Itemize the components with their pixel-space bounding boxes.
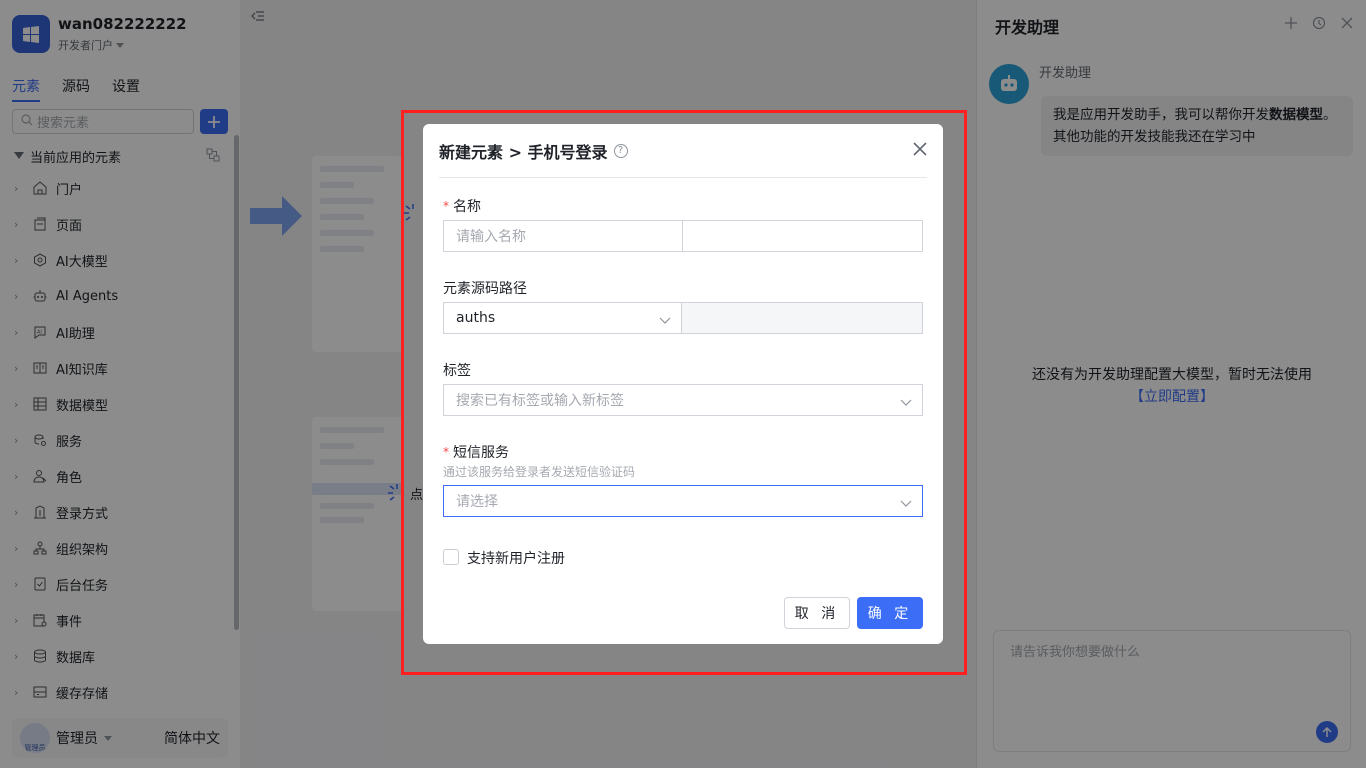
- required-mark: *: [443, 445, 449, 459]
- sms-label: * 短信服务: [443, 442, 509, 462]
- chevron-down-icon: [900, 496, 912, 512]
- confirm-button[interactable]: 确 定: [857, 597, 923, 629]
- path-select[interactable]: auths: [443, 302, 682, 334]
- name-input-secondary[interactable]: [682, 220, 923, 252]
- path-label-text: 元素源码路径: [443, 281, 527, 297]
- close-icon[interactable]: [913, 141, 927, 160]
- register-checkbox[interactable]: [443, 549, 459, 565]
- name-label: * 名称: [443, 196, 481, 216]
- name-input-placeholder: 请输入名称: [456, 229, 526, 245]
- tags-label: 标签: [443, 360, 471, 380]
- help-icon[interactable]: ?: [613, 143, 628, 158]
- new-element-dialog: 新建元素 > 手机号登录 ? * 名称 请输入名称 元素源码路径 auths 标…: [423, 124, 943, 644]
- sms-hint: 通过该服务给登录者发送短信验证码: [443, 465, 636, 479]
- dialog-title: 新建元素 > 手机号登录: [439, 142, 608, 162]
- chevron-down-icon: [900, 395, 912, 411]
- tags-select-placeholder: 搜索已有标签或输入新标签: [456, 393, 624, 409]
- tags-select[interactable]: 搜索已有标签或输入新标签: [443, 384, 923, 416]
- name-label-text: 名称: [453, 199, 481, 215]
- chevron-down-icon: [659, 313, 671, 329]
- path-select-value: auths: [456, 310, 496, 326]
- path-label: 元素源码路径: [443, 278, 527, 298]
- tags-label-text: 标签: [443, 363, 471, 379]
- sms-service-select[interactable]: 请选择: [443, 485, 923, 517]
- sms-select-placeholder: 请选择: [456, 494, 498, 510]
- cancel-button[interactable]: 取 消: [784, 597, 850, 629]
- sms-label-text: 短信服务: [453, 445, 509, 461]
- path-input[interactable]: [681, 302, 923, 334]
- required-mark: *: [443, 199, 449, 213]
- name-input[interactable]: 请输入名称: [443, 220, 683, 252]
- register-checkbox-label[interactable]: 支持新用户注册: [467, 548, 565, 568]
